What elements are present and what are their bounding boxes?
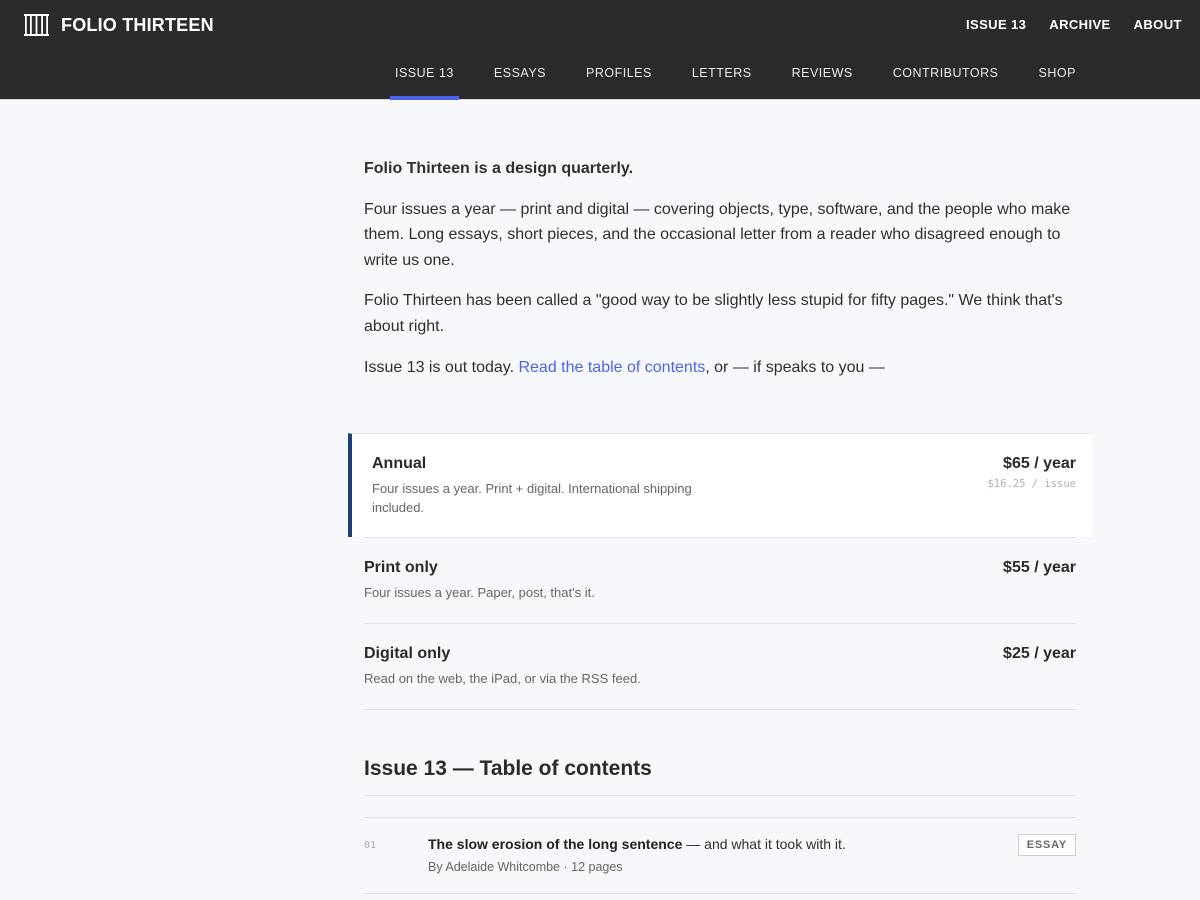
plan-description: Four issues a year. Paper, post, that's … <box>364 585 595 600</box>
intro-paragraph-2: Folio Thirteen has been called a "good w… <box>364 292 1063 335</box>
tab-profiles[interactable]: PROFILES <box>581 62 657 100</box>
tab-essays[interactable]: ESSAYS <box>489 62 551 100</box>
toc-item-title: The slow erosion of the long sentence — … <box>428 836 846 852</box>
plan-price-value: $65 / year <box>1003 455 1076 472</box>
plan-digital-only[interactable]: Digital only Read on the web, the iPad, … <box>364 623 1076 710</box>
subscription-plans: Annual Four issues a year. Print + digit… <box>348 433 1092 710</box>
toc-item-subtitle: — and what it took with it. <box>682 836 846 852</box>
intro-paragraph-3: Issue 13 is out today. Read the table of… <box>364 355 1076 381</box>
top-link-about[interactable]: ABOUT <box>1134 17 1182 32</box>
intro-p3-after: , or — if speaks to you — <box>705 358 885 376</box>
top-link-issue[interactable]: ISSUE 13 <box>966 17 1026 32</box>
plan-name: Digital only <box>364 645 451 662</box>
toc-item-number: 01 <box>364 840 377 851</box>
toc-item[interactable]: 01 The slow erosion of the long sentence… <box>364 817 1076 894</box>
intro-paragraph-1: Four issues a year — print and digital —… <box>364 200 1071 269</box>
plan-price: $55 / year <box>1003 559 1076 577</box>
top-link-archive[interactable]: ARCHIVE <box>1049 17 1110 32</box>
table-of-contents: Issue 13 — Table of contents 01 The slow… <box>364 757 1076 894</box>
plan-annual[interactable]: Annual Four issues a year. Print + digit… <box>348 433 1092 537</box>
tab-contributors[interactable]: CONTRIBUTORS <box>888 62 1004 100</box>
plan-print-only[interactable]: Print only Four issues a year. Paper, po… <box>364 537 1076 623</box>
top-nav: ISSUE 13 ARCHIVE ABOUT LO <box>966 17 1200 32</box>
plan-price-value: $55 / year <box>1003 559 1076 576</box>
intro-section: Folio Thirteen is a design quarterly. Fo… <box>364 156 1076 395</box>
site-header: FOLIO THIRTEEN ISSUE 13 ARCHIVE ABOUT LO… <box>0 0 1200 100</box>
plan-name: Print only <box>364 559 438 576</box>
plan-price: $65 / year $16.25 / issue <box>987 455 1076 490</box>
tab-letters[interactable]: LETTERS <box>687 62 757 100</box>
toc-item-meta: By Adelaide Whitcombe · 12 pages <box>428 860 623 874</box>
toc-item-title-main: The slow erosion of the long sentence <box>428 836 683 852</box>
site-logo-link[interactable]: FOLIO THIRTEEN <box>24 13 214 37</box>
site-name: FOLIO THIRTEEN <box>61 14 214 35</box>
toc-link[interactable]: Read the table of contents <box>518 359 705 376</box>
plan-price-value: $25 / year <box>1003 645 1076 662</box>
plan-description: Four issues a year. Print + digital. Int… <box>372 481 692 515</box>
columns-icon <box>24 14 49 36</box>
plan-description: Read on the web, the iPad, or via the RS… <box>364 671 641 686</box>
intro-p3-before: Issue 13 is out today. <box>364 358 519 376</box>
tab-shop[interactable]: SHOP <box>1034 62 1081 100</box>
intro-lead: Folio Thirteen is a design quarterly. <box>364 160 634 177</box>
tab-issue-13[interactable]: ISSUE 13 <box>390 62 459 100</box>
toc-heading: Issue 13 — Table of contents <box>364 757 1076 796</box>
tab-reviews[interactable]: REVIEWS <box>787 62 858 100</box>
toc-item-tag: ESSAY <box>1017 834 1076 856</box>
plan-name: Annual <box>372 455 427 472</box>
plan-price-per-issue: $16.25 / issue <box>987 478 1076 490</box>
section-nav: ISSUE 13 ESSAYS PROFILES LETTERS REVIEWS… <box>390 62 1111 100</box>
plan-price: $25 / year <box>1003 645 1076 663</box>
